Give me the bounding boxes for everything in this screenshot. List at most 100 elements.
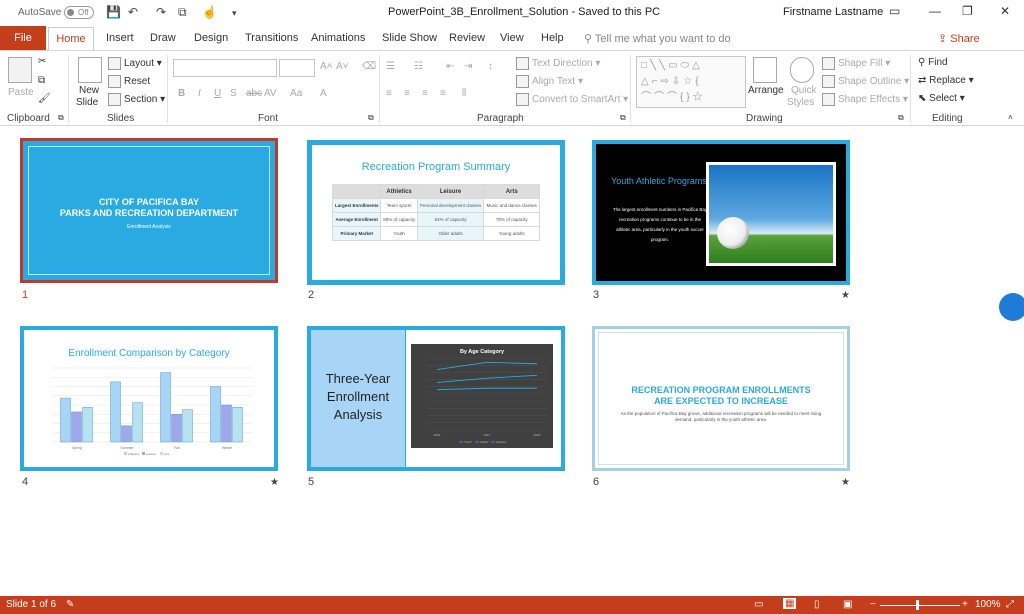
- shape-effects-button[interactable]: Shape Effects ▾: [822, 93, 908, 106]
- shape-outline-button[interactable]: Shape Outline ▾: [822, 75, 909, 88]
- tab-file[interactable]: File: [0, 26, 46, 50]
- touch-mode-icon[interactable]: ☝: [202, 5, 217, 19]
- ribbon-display-icon[interactable]: ▭: [889, 4, 900, 18]
- char-spacing-icon[interactable]: AV: [264, 88, 277, 99]
- zoom-slider[interactable]: [880, 605, 960, 606]
- smartart-icon: [516, 93, 529, 106]
- customize-qat-icon[interactable]: ▾: [232, 8, 237, 19]
- line-spacing-icon[interactable]: ↕: [488, 61, 493, 72]
- bullets-icon[interactable]: ☰: [386, 61, 395, 72]
- section-button[interactable]: Section ▾: [108, 93, 165, 106]
- tab-review[interactable]: Review: [449, 32, 485, 44]
- cut-icon[interactable]: ✂: [38, 56, 46, 67]
- new-slide-icon[interactable]: [78, 57, 102, 83]
- shadow-icon[interactable]: S: [230, 88, 237, 99]
- shape-fill-button[interactable]: Shape Fill ▾: [822, 57, 890, 70]
- share-button[interactable]: ⇪ Share: [938, 32, 980, 45]
- tab-draw[interactable]: Draw: [150, 32, 176, 44]
- autosave-toggle[interactable]: Off: [64, 6, 94, 19]
- find-button[interactable]: ⚲ Find: [918, 57, 948, 68]
- numbering-icon[interactable]: ☷: [414, 61, 423, 72]
- tab-design[interactable]: Design: [194, 32, 228, 44]
- zoom-level[interactable]: 100%: [975, 599, 1001, 610]
- change-case-icon[interactable]: Aa: [290, 88, 302, 99]
- replace-button[interactable]: ⇄ Replace ▾: [918, 75, 974, 86]
- align-center-icon[interactable]: ≡: [404, 88, 410, 99]
- tab-animations[interactable]: Animations: [311, 32, 365, 44]
- select-button[interactable]: ⬉ Select ▾: [918, 93, 965, 104]
- slide-thumbnail-3[interactable]: Youth Athletic Programs The largest enro…: [592, 140, 850, 285]
- restore-icon[interactable]: ❐: [962, 4, 973, 18]
- layout-button[interactable]: Layout ▾: [108, 57, 162, 70]
- slide-sorter-view-icon[interactable]: ▦: [783, 598, 797, 609]
- slide-thumbnail-5[interactable]: Three-Year Enrollment Analysis By Age Ca…: [307, 326, 565, 471]
- slide-thumbnail-6[interactable]: RECREATION PROGRAM ENROLLMENTS ARE EXPEC…: [592, 326, 850, 471]
- fit-to-window-icon[interactable]: ⤢: [1006, 599, 1014, 610]
- undo-icon[interactable]: ↶: [128, 5, 138, 19]
- convert-smartart-button[interactable]: Convert to SmartArt ▾: [516, 93, 628, 106]
- italic-icon[interactable]: I: [198, 88, 201, 99]
- slide-6-title-line-1: RECREATION PROGRAM ENROLLMENTS: [631, 385, 811, 395]
- decrease-font-icon[interactable]: A˅: [336, 61, 349, 72]
- bold-icon[interactable]: B: [178, 88, 185, 99]
- align-right-icon[interactable]: ≡: [422, 88, 428, 99]
- arrange-button[interactable]: Arrange: [748, 85, 784, 96]
- clipboard-launcher-icon[interactable]: ⧉: [58, 113, 64, 123]
- quick-styles-icon[interactable]: [790, 57, 814, 83]
- start-from-beginning-icon[interactable]: ⧉: [178, 5, 187, 20]
- slide-thumbnail-2[interactable]: Recreation Program Summary Athletics Lei…: [307, 140, 565, 285]
- normal-view-icon[interactable]: ▭: [754, 599, 763, 610]
- reading-view-icon[interactable]: ▯: [814, 599, 820, 610]
- reset-button[interactable]: Reset: [108, 75, 150, 88]
- strikethrough-icon[interactable]: abc: [246, 88, 262, 99]
- paragraph-launcher-icon[interactable]: ⧉: [620, 113, 626, 123]
- slide-thumbnail-4[interactable]: Enrollment Comparison by Category Spring…: [20, 326, 278, 471]
- font-name-combo[interactable]: [173, 59, 277, 77]
- collapse-ribbon-icon[interactable]: ˄: [1008, 113, 1013, 122]
- format-painter-icon[interactable]: 🖌: [38, 93, 51, 104]
- zoom-slider-thumb[interactable]: [916, 600, 919, 610]
- shapes-gallery[interactable]: □╲╲▭⬭△ △⌐⇨⇩☆{⌒⌒⌒{}☆: [636, 56, 746, 108]
- spell-check-icon[interactable]: ✎: [66, 599, 74, 610]
- clear-formatting-icon[interactable]: ⌫: [362, 61, 376, 72]
- increase-font-icon[interactable]: A˄: [320, 61, 333, 72]
- tab-home[interactable]: Home: [48, 27, 94, 51]
- replace-icon: ⇄: [918, 75, 930, 86]
- paste-icon[interactable]: [8, 57, 32, 83]
- quick-styles-label-1[interactable]: Quick: [791, 85, 817, 96]
- minimize-icon[interactable]: —: [929, 4, 941, 18]
- zoom-out-icon[interactable]: −: [870, 599, 876, 610]
- new-slide-label-1[interactable]: New: [79, 85, 99, 96]
- tab-help[interactable]: Help: [541, 32, 564, 44]
- arrange-icon[interactable]: [753, 57, 777, 83]
- tab-transitions[interactable]: Transitions: [245, 32, 298, 44]
- tab-slide-show[interactable]: Slide Show: [382, 32, 437, 44]
- justify-icon[interactable]: ≡: [440, 88, 446, 99]
- text-direction-button[interactable]: Text Direction ▾: [516, 57, 600, 70]
- new-slide-label-2[interactable]: Slide: [76, 97, 98, 108]
- columns-icon[interactable]: ⫴: [462, 88, 466, 99]
- slide-thumbnail-1[interactable]: CITY OF PACIFICA BAY PARKS AND RECREATIO…: [20, 138, 278, 283]
- increase-indent-icon[interactable]: ⇥: [464, 61, 472, 72]
- zoom-in-icon[interactable]: +: [962, 599, 968, 610]
- tell-me-search[interactable]: ⚲ Tell me what you want to do: [584, 32, 731, 45]
- quick-styles-label-2[interactable]: Styles: [787, 97, 814, 108]
- close-icon[interactable]: ✕: [1000, 4, 1010, 18]
- redo-icon[interactable]: ↷: [156, 5, 166, 19]
- font-launcher-icon[interactable]: ⧉: [368, 113, 374, 123]
- user-name[interactable]: Firstname Lastname: [783, 6, 883, 18]
- dropbox-icon[interactable]: [999, 293, 1024, 321]
- paste-button[interactable]: Paste: [8, 87, 34, 98]
- tab-insert[interactable]: Insert: [106, 32, 134, 44]
- underline-icon[interactable]: U: [214, 88, 221, 99]
- font-color-icon[interactable]: A: [320, 88, 327, 99]
- slide-show-view-icon[interactable]: ▣: [843, 599, 852, 610]
- save-icon[interactable]: 💾: [106, 5, 121, 19]
- decrease-indent-icon[interactable]: ⇤: [446, 61, 454, 72]
- copy-icon[interactable]: ⧉: [38, 75, 45, 86]
- align-left-icon[interactable]: ≡: [386, 88, 392, 99]
- drawing-launcher-icon[interactable]: ⧉: [898, 113, 904, 123]
- font-size-combo[interactable]: [279, 59, 315, 77]
- tab-view[interactable]: View: [500, 32, 524, 44]
- align-text-button[interactable]: Align Text ▾: [516, 75, 583, 88]
